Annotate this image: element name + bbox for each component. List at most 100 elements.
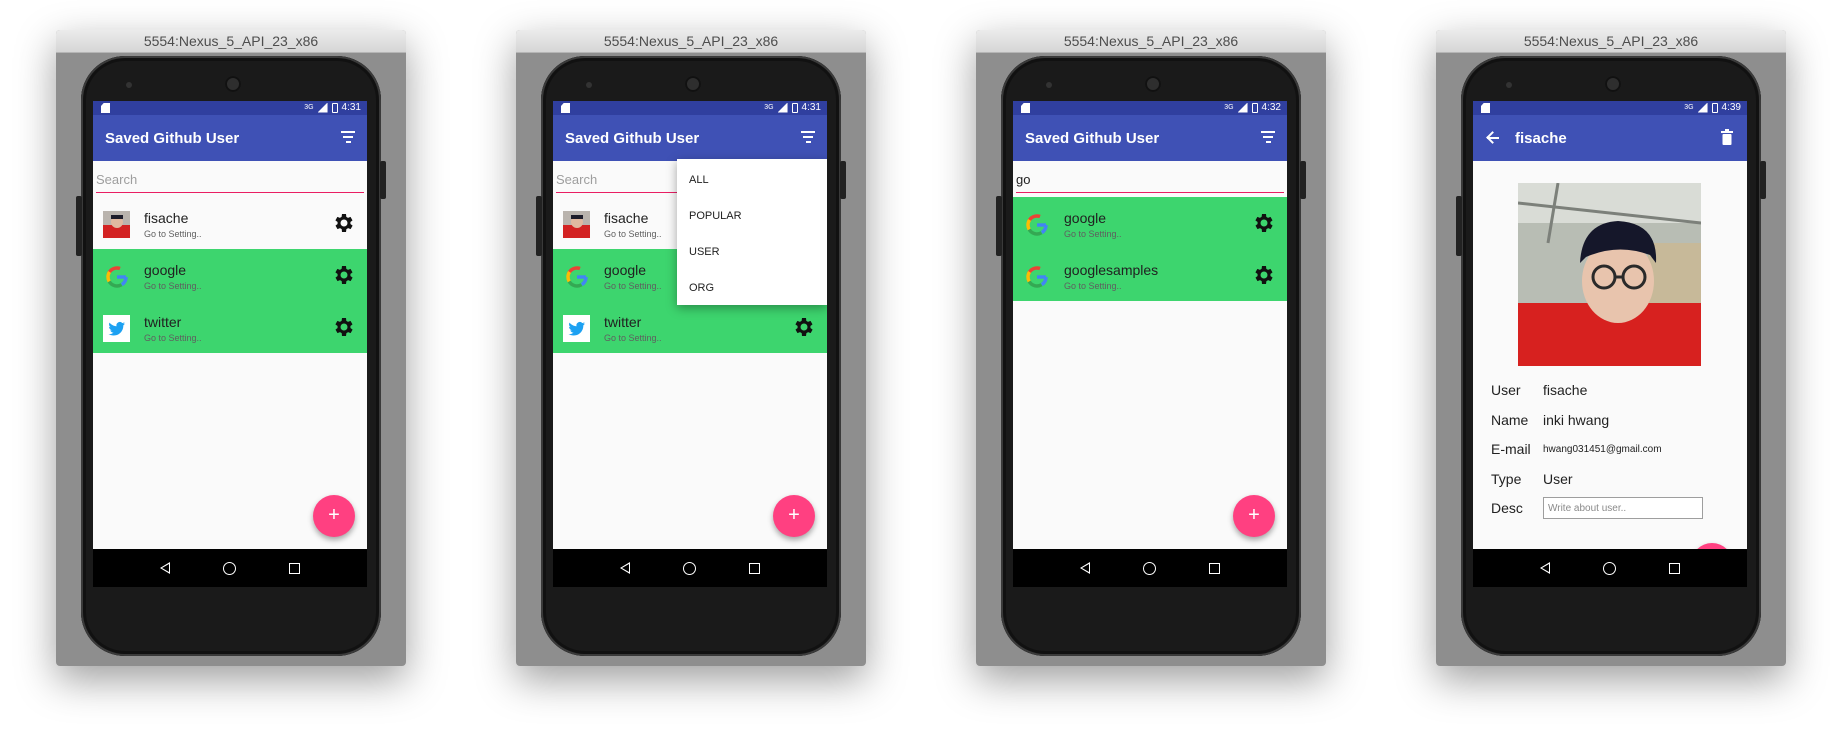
user-name: twitter (604, 314, 642, 330)
list-item[interactable]: fisache Go to Setting.. (93, 197, 367, 249)
signal-icon (317, 102, 328, 113)
power-button[interactable] (536, 196, 542, 256)
app-title: Saved Github User (1025, 129, 1160, 147)
home-icon[interactable] (1142, 561, 1156, 575)
network-3g-icon: 3G (1684, 104, 1694, 111)
filter-icon[interactable] (341, 131, 355, 143)
add-user-button[interactable]: + (1233, 495, 1275, 537)
search-input[interactable] (1016, 170, 1284, 193)
volume-button[interactable] (840, 161, 846, 199)
desc-input[interactable] (1543, 497, 1703, 519)
gear-icon[interactable] (331, 211, 355, 235)
filter-menu-item-all[interactable]: ALL (677, 165, 827, 201)
filter-menu-item-org[interactable]: ORG (677, 273, 827, 309)
user-subtitle: Go to Setting.. (604, 281, 662, 291)
volume-button[interactable] (1760, 161, 1766, 199)
app-title: Saved Github User (565, 129, 700, 147)
earpiece-icon (225, 76, 241, 92)
network-3g-icon: 3G (764, 104, 774, 111)
network-3g-icon: 3G (1224, 104, 1234, 111)
user-subtitle: Go to Setting.. (604, 229, 662, 239)
email-row: E-mail hwang031451@gmail.com (1491, 439, 1662, 459)
app-bar: Saved Github User (553, 115, 827, 161)
network-3g-icon: 3G (304, 104, 314, 111)
sensor-dot (1046, 82, 1052, 88)
app-bar: Saved Github User (1013, 115, 1287, 161)
sd-card-icon (1021, 103, 1030, 113)
desc-label: Desc (1491, 500, 1523, 516)
back-icon[interactable] (159, 562, 170, 574)
detail-content: User fisache Name inki hwang E-mail hwan… (1473, 161, 1747, 549)
gear-icon[interactable] (1251, 211, 1275, 235)
clock: 4:31 (341, 102, 361, 113)
google-logo-icon (1023, 211, 1050, 238)
list-item[interactable]: google Go to Setting.. (1013, 197, 1287, 249)
google-logo-icon (103, 263, 130, 290)
user-value: fisache (1543, 382, 1588, 398)
recent-apps-icon[interactable] (1669, 562, 1681, 574)
battery-icon (1711, 102, 1718, 113)
gear-icon[interactable] (331, 315, 355, 339)
volume-button[interactable] (380, 161, 386, 199)
gear-icon[interactable] (331, 263, 355, 287)
emulator-title: 5554:Nexus_5_API_23_x86 (976, 30, 1326, 53)
recent-apps-icon[interactable] (1209, 562, 1221, 574)
battery-icon (331, 102, 338, 113)
clock: 4:39 (1721, 102, 1741, 113)
user-photo-icon (563, 211, 590, 238)
filter-icon[interactable] (1261, 131, 1275, 143)
app-bar: fisache (1473, 115, 1747, 161)
home-icon[interactable] (222, 561, 236, 575)
list-item[interactable]: twitter Go to Setting.. (93, 301, 367, 353)
twitter-logo-icon (563, 315, 590, 342)
signal-icon (777, 102, 788, 113)
name-label: Name (1491, 412, 1529, 428)
filter-icon[interactable] (801, 131, 815, 143)
back-icon[interactable] (1539, 562, 1550, 574)
gear-icon[interactable] (1251, 263, 1275, 287)
user-label: User (1491, 382, 1521, 398)
power-button[interactable] (996, 196, 1002, 256)
emulator-window: 5554:Nexus_5_API_23_x86 3G 4:31 Saved Gi… (516, 30, 866, 666)
sd-card-icon (561, 103, 570, 113)
back-icon[interactable] (619, 562, 630, 574)
add-user-button[interactable]: + (773, 495, 815, 537)
status-bar: 3G 4:32 (1013, 101, 1287, 115)
app-bar: Saved Github User (93, 115, 367, 161)
nav-bar (93, 549, 367, 587)
nav-bar (1473, 549, 1747, 587)
phone-frame: 3G 4:31 Saved Github User fisache Go to … (536, 56, 846, 656)
filter-menu-item-user[interactable]: USER (677, 237, 827, 273)
recent-apps-icon[interactable] (289, 562, 301, 574)
volume-button[interactable] (1300, 161, 1306, 199)
phone-frame: 3G 4:31 Saved Github User fisache Go to … (76, 56, 386, 656)
twitter-logo-icon (103, 315, 130, 342)
recent-apps-icon[interactable] (749, 562, 761, 574)
back-arrow-icon[interactable] (1485, 130, 1501, 146)
back-icon[interactable] (1079, 562, 1090, 574)
clock: 4:31 (801, 102, 821, 113)
search-container (93, 161, 367, 197)
user-photo (1518, 183, 1701, 366)
home-icon[interactable] (1602, 561, 1616, 575)
battery-icon (1251, 102, 1258, 113)
status-bar: 3G 4:31 (553, 101, 827, 115)
filter-menu-item-popular[interactable]: POPULAR (677, 201, 827, 237)
search-input[interactable] (96, 170, 364, 193)
power-button[interactable] (76, 196, 82, 256)
power-button[interactable] (1456, 196, 1462, 256)
user-subtitle: Go to Setting.. (144, 281, 202, 291)
list-item[interactable]: google Go to Setting.. (93, 249, 367, 301)
emulator-title: 5554:Nexus_5_API_23_x86 (56, 30, 406, 53)
list-item[interactable]: googlesamples Go to Setting.. (1013, 249, 1287, 301)
emulator-title: 5554:Nexus_5_API_23_x86 (1436, 30, 1786, 53)
gear-icon[interactable] (791, 315, 815, 339)
phone-frame: 3G 4:39 fisache User fisache Name inki h… (1456, 56, 1766, 656)
sensor-dot (586, 82, 592, 88)
add-user-button[interactable]: + (313, 495, 355, 537)
signal-icon (1697, 102, 1708, 113)
clock: 4:32 (1261, 102, 1281, 113)
user-row: User fisache (1491, 380, 1587, 400)
trash-icon[interactable] (1721, 129, 1733, 145)
home-icon[interactable] (682, 561, 696, 575)
